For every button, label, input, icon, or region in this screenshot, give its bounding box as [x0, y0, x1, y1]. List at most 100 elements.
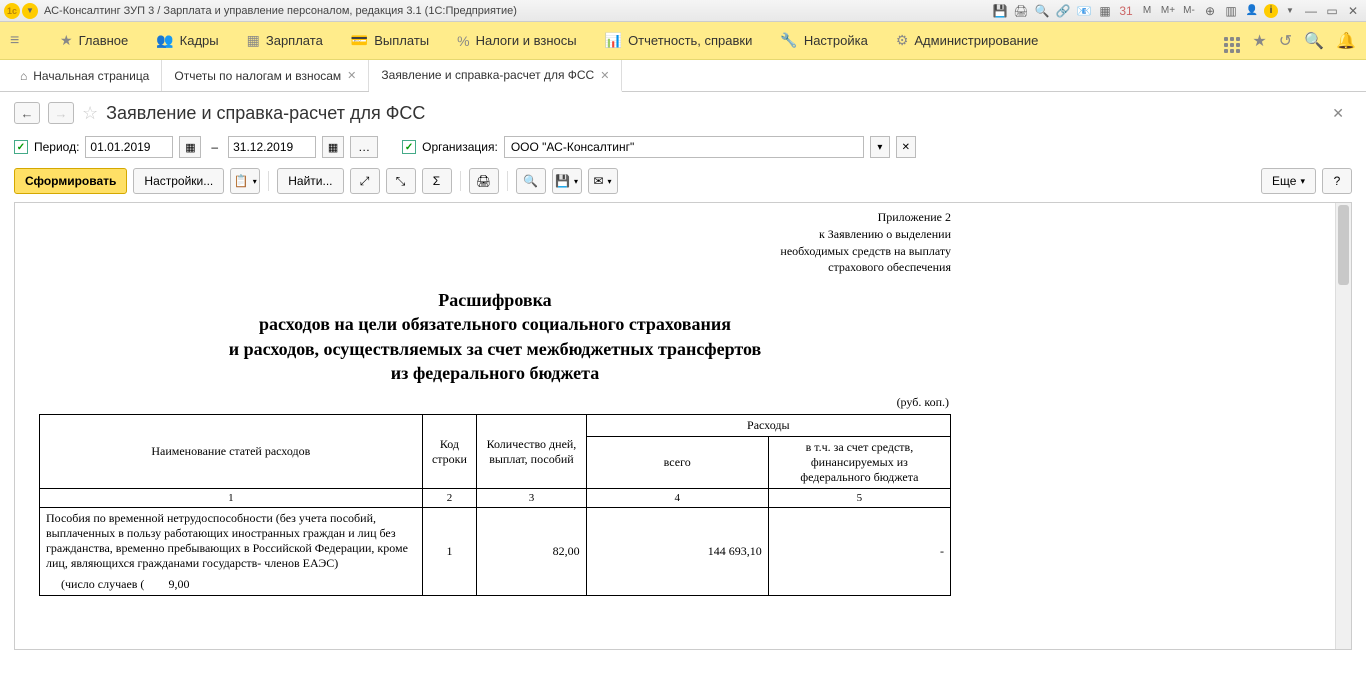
calendar-from-button[interactable]: ▦ — [179, 136, 201, 158]
title-line: Расшифровка — [39, 288, 951, 312]
m-minus-icon[interactable]: M- — [1180, 3, 1198, 19]
user-icon[interactable]: 👤 — [1243, 3, 1261, 19]
calc-icon[interactable]: ▦ — [1096, 3, 1114, 19]
save-report-button[interactable]: 💾▾ — [552, 168, 582, 194]
date-to-input[interactable] — [228, 136, 316, 158]
menu-payments[interactable]: 💳Выплаты — [337, 22, 443, 59]
menu-reports[interactable]: 📊Отчетность, справки — [591, 22, 767, 59]
period-checkbox[interactable]: ✓ — [14, 140, 28, 154]
close-icon[interactable]: ✕ — [600, 69, 609, 82]
report-table: Наименование статей расходов Код строки … — [39, 414, 951, 596]
search-menu-icon[interactable]: 🔍 — [1304, 31, 1324, 51]
filter-bar: ✓ Период: ▦ – ▦ … ✓ Организация: ▾ ✕ — [0, 130, 1366, 164]
system-toolbar: 💾 🖨 🔍 🔗 📧 ▦ 31 M M+ M- ⊕ ▥ 👤 i ▼ — ▭ ✕ — [991, 3, 1362, 19]
appendix-line: необходимых средств на выплату — [39, 243, 951, 260]
menu-taxes[interactable]: %Налоги и взносы — [443, 22, 591, 59]
minimize-icon[interactable]: — — [1302, 3, 1320, 19]
menu-admin[interactable]: ⚙ Администрирование — [882, 22, 1053, 59]
menu-personnel[interactable]: 👥Кадры — [142, 22, 232, 59]
page-title: Заявление и справка-расчет для ФСС — [106, 103, 425, 124]
org-label: Организация: — [422, 140, 498, 154]
close-page-icon[interactable]: ✕ — [1332, 105, 1352, 122]
m-plus-icon[interactable]: M+ — [1159, 3, 1177, 19]
tab-tax-reports[interactable]: Отчеты по налогам и взносам ✕ — [162, 60, 369, 91]
favorite-star-icon[interactable]: ☆ — [82, 103, 98, 124]
calendar-icon[interactable]: 31 — [1117, 3, 1135, 19]
collapse-button[interactable]: ⤡ — [386, 168, 416, 194]
info-drop-icon[interactable]: ▼ — [1281, 3, 1299, 19]
org-dropdown-button[interactable]: ▾ — [870, 136, 890, 158]
mail-icon[interactable]: 📧 — [1075, 3, 1093, 19]
preview-button[interactable]: 🔍 — [516, 168, 546, 194]
expand-button[interactable]: ⤢ — [350, 168, 380, 194]
title-line: расходов на цели обязательного социально… — [39, 312, 951, 336]
report-icon: 📊 — [605, 32, 622, 49]
table-row: Пособия по временной нетрудоспособности … — [40, 508, 951, 575]
close-icon[interactable]: ✕ — [347, 69, 356, 82]
org-clear-button[interactable]: ✕ — [896, 136, 916, 158]
maximize-icon[interactable]: ▭ — [1323, 3, 1341, 19]
calendar-to-button[interactable]: ▦ — [322, 136, 344, 158]
cell-code: 1 — [422, 508, 477, 596]
period-select-button[interactable]: … — [350, 136, 378, 158]
find-button[interactable]: Найти... — [277, 168, 343, 194]
gear-icon: ⚙ — [896, 32, 909, 49]
link-icon[interactable]: 🔗 — [1054, 3, 1072, 19]
zoom-icon[interactable]: ⊕ — [1201, 3, 1219, 19]
menu-label: Администрирование — [914, 33, 1038, 48]
cases-label: (число случаев ( — [61, 577, 144, 591]
org-input[interactable] — [504, 136, 864, 158]
tab-label: Начальная страница — [33, 69, 149, 83]
more-label: Еще — [1272, 174, 1296, 188]
settings-button[interactable]: Настройки... — [133, 168, 224, 194]
tab-label: Заявление и справка-расчет для ФСС — [381, 68, 594, 82]
panels-icon[interactable]: ▥ — [1222, 3, 1240, 19]
table-icon: ▦ — [247, 32, 260, 49]
th-name: Наименование статей расходов — [40, 415, 423, 489]
wallet-icon: 💳 — [351, 32, 368, 49]
menu-salary[interactable]: ▦ Зарплата — [233, 22, 337, 59]
scrollbar[interactable] — [1335, 203, 1351, 649]
close-window-icon[interactable]: ✕ — [1344, 3, 1362, 19]
print-icon[interactable]: 🖨 — [1012, 3, 1030, 19]
dash: – — [207, 140, 222, 154]
more-button[interactable]: Еще ▾ — [1261, 168, 1316, 194]
colnum: 4 — [586, 489, 768, 508]
save-icon[interactable]: 💾 — [991, 3, 1009, 19]
info-icon[interactable]: i — [1264, 4, 1278, 18]
apps-grid-icon[interactable] — [1224, 28, 1240, 53]
colnum: 5 — [768, 489, 950, 508]
org-checkbox[interactable]: ✓ — [402, 140, 416, 154]
people-icon: 👥 — [156, 32, 173, 49]
back-button[interactable]: ← — [14, 102, 40, 124]
colnum: 3 — [477, 489, 586, 508]
menu-label: Зарплата — [266, 33, 323, 48]
paste-button[interactable]: 📋▾ — [230, 168, 260, 194]
app-dropdown-icon[interactable]: ▼ — [22, 3, 38, 19]
print-button[interactable]: 🖨 — [469, 168, 499, 194]
date-from-input[interactable] — [85, 136, 173, 158]
appendix-line: Приложение 2 — [39, 209, 951, 226]
tab-home[interactable]: ⌂ Начальная страница — [8, 60, 162, 91]
burger-icon[interactable]: ≡ — [10, 32, 34, 50]
email-button[interactable]: ✉▾ — [588, 168, 618, 194]
number-row: 1 2 3 4 5 — [40, 489, 951, 508]
forward-button[interactable]: → — [48, 102, 74, 124]
appendix-line: страхового обеспечения — [39, 259, 951, 276]
sum-button[interactable]: Σ — [422, 168, 452, 194]
window-title: АС-Консалтинг ЗУП 3 / Зарплата и управле… — [44, 5, 991, 17]
menu-main[interactable]: ★Главное — [46, 22, 142, 59]
menu-settings[interactable]: 🔧Настройка — [766, 22, 881, 59]
period-label: Период: — [34, 140, 79, 154]
favorites-icon[interactable]: ★ — [1252, 31, 1266, 51]
m-icon[interactable]: M — [1138, 3, 1156, 19]
bell-icon[interactable]: 🔔 — [1336, 31, 1356, 51]
history-icon[interactable]: ↺ — [1279, 31, 1292, 51]
scroll-thumb[interactable] — [1338, 205, 1349, 285]
help-button[interactable]: ? — [1322, 168, 1352, 194]
appendix-line: к Заявлению о выделении — [39, 226, 951, 243]
generate-button[interactable]: Сформировать — [14, 168, 127, 194]
tab-fss-report[interactable]: Заявление и справка-расчет для ФСС ✕ — [369, 60, 622, 92]
search-icon[interactable]: 🔍 — [1033, 3, 1051, 19]
title-bar: 1c ▼ АС-Консалтинг ЗУП 3 / Зарплата и уп… — [0, 0, 1366, 22]
